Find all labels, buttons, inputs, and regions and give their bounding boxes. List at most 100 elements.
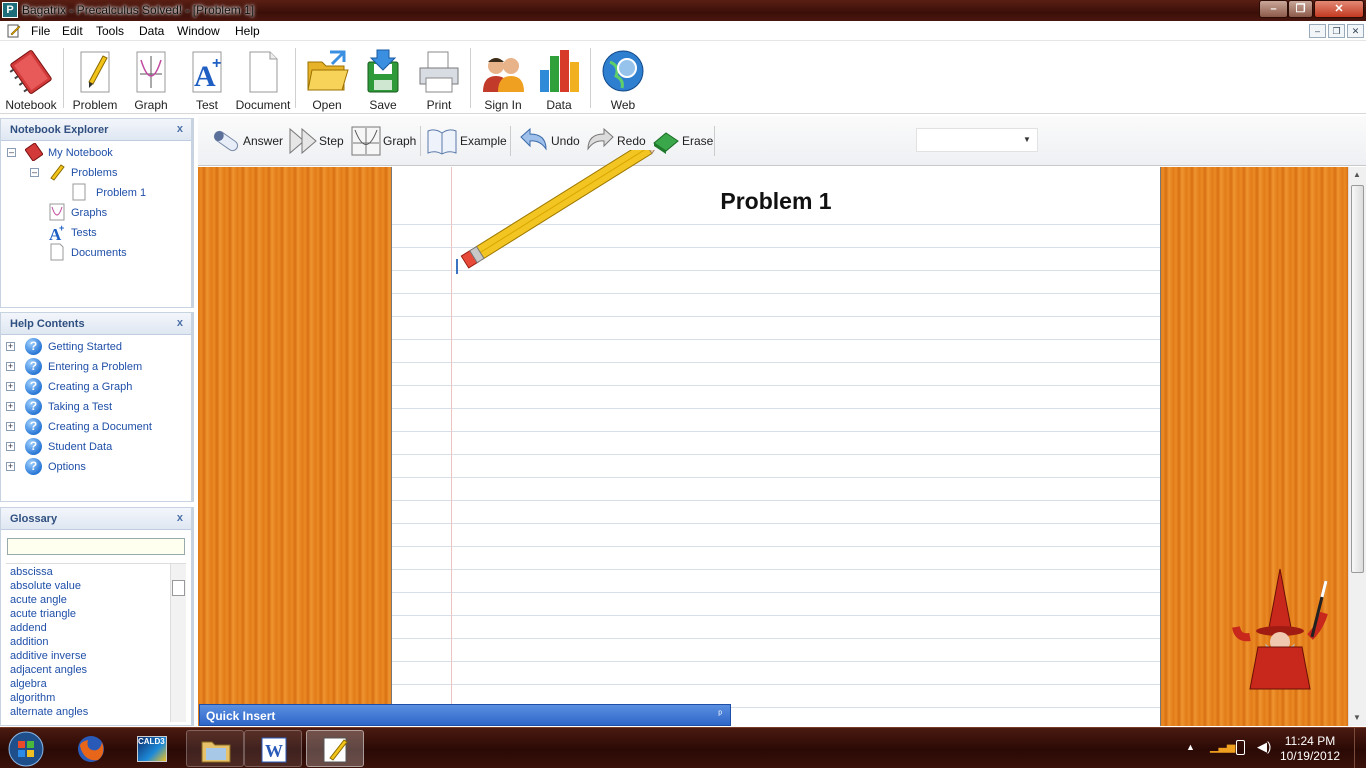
folder-icon: [201, 741, 231, 763]
glossary-item[interactable]: alternate angles: [10, 706, 88, 718]
taskbar-bagatrix[interactable]: [306, 730, 364, 767]
wizard-mascot[interactable]: [1228, 567, 1333, 697]
glossary-item[interactable]: adjacent angles: [10, 664, 87, 676]
pin-icon[interactable]: ᵖ: [718, 709, 722, 720]
worksheet-vertical-scrollbar[interactable]: ▲ ▼: [1348, 167, 1366, 726]
collapse-icon[interactable]: –: [30, 168, 39, 177]
test-label: Test: [195, 98, 218, 112]
expand-icon[interactable]: +: [6, 362, 15, 371]
clock-time: 11:24 PM: [1284, 734, 1336, 748]
firefox-icon: [78, 736, 104, 762]
graph-button[interactable]: Graph: [123, 46, 179, 112]
glossary-item[interactable]: abscissa: [10, 566, 53, 578]
sign-in-button[interactable]: Sign In: [475, 46, 531, 112]
tree-item-problems[interactable]: Problems: [71, 167, 117, 179]
graph-tool-label: Graph: [383, 134, 417, 148]
problem-label: Problem: [72, 98, 118, 112]
glossary-scrollbar[interactable]: [170, 564, 186, 722]
graph-tool-button[interactable]: Graph: [350, 125, 416, 157]
taskbar-cald3[interactable]: CALD3: [124, 730, 182, 767]
show-desktop-button[interactable]: [1354, 728, 1366, 768]
taskbar-firefox[interactable]: [62, 730, 120, 767]
notebook-button[interactable]: Notebook: [3, 46, 59, 112]
app-icon[interactable]: P: [2, 2, 18, 18]
menu-edit[interactable]: Edit: [62, 24, 83, 38]
test-button[interactable]: A + Test: [179, 46, 235, 112]
glossary-item[interactable]: algorithm: [10, 692, 55, 704]
glossary-list[interactable]: abscissa absolute value acute angle acut…: [6, 563, 186, 723]
menu-help[interactable]: Help: [235, 24, 260, 38]
save-disk-icon: [367, 49, 399, 93]
help-item-creating-a-document[interactable]: Creating a Document: [48, 421, 152, 433]
expand-icon[interactable]: +: [6, 382, 15, 391]
glossary-item[interactable]: acute triangle: [10, 608, 76, 620]
expand-icon[interactable]: +: [6, 342, 15, 351]
tree-item-documents[interactable]: Documents: [71, 247, 127, 259]
tree-item-tests[interactable]: Tests: [71, 227, 97, 239]
scroll-up-icon[interactable]: ▲: [1353, 170, 1361, 179]
tree-item-problem-1[interactable]: Problem 1: [94, 187, 148, 199]
system-clock[interactable]: 11:24 PM 10/19/2012: [1280, 734, 1340, 764]
expand-icon[interactable]: +: [6, 442, 15, 451]
glossary-item[interactable]: absolute value: [10, 580, 81, 592]
problem-button[interactable]: Problem: [67, 46, 123, 112]
step-button[interactable]: Step: [288, 125, 344, 157]
glossary-close-button[interactable]: x: [177, 512, 183, 524]
close-button[interactable]: ✕: [1314, 0, 1364, 18]
help-item-options[interactable]: Options: [48, 461, 86, 473]
menu-tools[interactable]: Tools: [96, 24, 124, 38]
help-item-creating-a-graph[interactable]: Creating a Graph: [48, 381, 132, 393]
collapse-icon[interactable]: –: [7, 148, 16, 157]
help-item-entering-a-problem[interactable]: Entering a Problem: [48, 361, 142, 373]
help-contents-close-button[interactable]: x: [177, 317, 183, 329]
printer-icon: [419, 51, 459, 93]
expand-icon[interactable]: +: [6, 422, 15, 431]
volume-icon[interactable]: ◀): [1257, 739, 1271, 755]
document-button[interactable]: Document: [235, 46, 291, 112]
data-button[interactable]: Data: [531, 46, 587, 112]
glossary-scroll-thumb[interactable]: [172, 580, 185, 596]
answer-button[interactable]: Answer: [210, 125, 284, 157]
quick-insert-bar[interactable]: Quick Insert ᵖ: [199, 704, 731, 726]
minimize-button[interactable]: –: [1259, 0, 1288, 18]
sign-in-label: Sign In: [484, 98, 522, 112]
show-hidden-icons-icon[interactable]: ▲: [1186, 742, 1195, 752]
glossary-item[interactable]: addend: [10, 622, 47, 634]
mdi-close-button[interactable]: ✕: [1347, 24, 1364, 38]
glossary-search-input[interactable]: [7, 538, 185, 555]
web-button[interactable]: Web: [595, 46, 651, 112]
chevron-down-icon[interactable]: ▼: [1020, 133, 1034, 147]
print-button[interactable]: Print: [411, 46, 467, 112]
taskbar-explorer[interactable]: [186, 730, 244, 767]
mdi-minimize-button[interactable]: –: [1309, 24, 1326, 38]
menu-data[interactable]: Data: [139, 24, 164, 38]
battery-icon[interactable]: [1236, 740, 1245, 755]
mdi-restore-button[interactable]: ❐: [1328, 24, 1345, 38]
notebook-explorer-close-button[interactable]: x: [177, 123, 183, 135]
toolbar-combo-box[interactable]: ▼: [916, 128, 1038, 152]
glossary-item[interactable]: acute angle: [10, 594, 67, 606]
help-item-student-data[interactable]: Student Data: [48, 441, 112, 453]
help-item-getting-started[interactable]: Getting Started: [48, 341, 122, 353]
glossary-item[interactable]: algebra: [10, 678, 47, 690]
open-button[interactable]: Open: [299, 46, 355, 112]
maximize-button[interactable]: ❐: [1288, 0, 1313, 18]
tree-item-graphs[interactable]: Graphs: [71, 207, 107, 219]
start-button[interactable]: [6, 729, 46, 768]
menu-file[interactable]: File: [31, 24, 50, 38]
document-edit-icon: [7, 24, 21, 38]
expand-icon[interactable]: +: [6, 402, 15, 411]
save-button[interactable]: Save: [355, 46, 411, 112]
erase-label: Erase: [682, 134, 714, 148]
notebook-icon: [9, 50, 52, 94]
taskbar-word[interactable]: W: [244, 730, 302, 767]
scroll-thumb[interactable]: [1351, 185, 1364, 573]
scroll-down-icon[interactable]: ▼: [1353, 713, 1361, 722]
tree-item-my-notebook[interactable]: My Notebook: [48, 147, 113, 159]
menu-window[interactable]: Window: [177, 24, 220, 38]
expand-icon[interactable]: +: [6, 462, 15, 471]
glossary-item[interactable]: additive inverse: [10, 650, 86, 662]
help-item-taking-a-test[interactable]: Taking a Test: [48, 401, 112, 413]
glossary-item[interactable]: addition: [10, 636, 49, 648]
network-icon[interactable]: ▁▃▅: [1210, 740, 1235, 754]
